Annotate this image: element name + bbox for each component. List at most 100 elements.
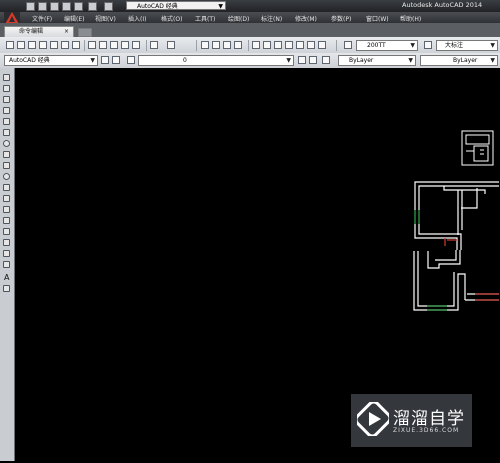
separator — [146, 40, 147, 51]
play-logo-icon — [357, 402, 389, 436]
polyline-icon[interactable] — [3, 96, 10, 103]
tool-palettes-icon[interactable] — [274, 41, 282, 49]
redo-icon[interactable] — [167, 41, 175, 49]
copy-icon[interactable] — [99, 41, 107, 49]
menu-parametric[interactable]: 参数(P) — [331, 14, 351, 23]
menu-view[interactable]: 视图(V) — [95, 14, 116, 23]
linetype-combo[interactable]: ByLayer ▼ — [420, 55, 498, 66]
properties-icon[interactable] — [252, 41, 260, 49]
workspace-settings-icon[interactable] — [112, 56, 120, 64]
menu-modify[interactable]: 修改(M) — [295, 14, 317, 23]
table-icon[interactable] — [3, 261, 10, 268]
block-editor-icon[interactable] — [132, 41, 140, 49]
paste-icon[interactable] — [110, 41, 118, 49]
save-icon[interactable] — [28, 41, 36, 49]
match-properties-icon[interactable] — [121, 41, 129, 49]
color-value: ByLayer — [349, 57, 374, 64]
arc-icon[interactable] — [3, 129, 10, 136]
zoom-realtime-icon[interactable] — [212, 41, 220, 49]
zoom-window-icon[interactable] — [223, 41, 231, 49]
sheet-set-icon[interactable] — [285, 41, 293, 49]
layer-properties-icon[interactable] — [127, 56, 135, 64]
separator — [248, 40, 249, 51]
menu-format[interactable]: 格式(O) — [161, 14, 182, 23]
chevron-down-icon: ▼ — [410, 42, 415, 49]
layers-toolbar: AutoCAD 经典 ▼ 0 ▼ ByLayer ▼ ByLayer ▼ — [0, 53, 500, 69]
dim-style-combo[interactable]: 大标注 ▼ — [436, 40, 498, 51]
hatch-icon[interactable] — [3, 228, 10, 235]
insert-block-icon[interactable] — [3, 195, 10, 202]
design-center-icon[interactable] — [263, 41, 271, 49]
chevron-down-icon: ▼ — [286, 57, 291, 64]
revision-cloud-icon[interactable] — [3, 151, 10, 158]
multiline-text-icon[interactable]: A — [4, 274, 11, 282]
ellipse-icon[interactable] — [3, 173, 10, 180]
polygon-icon[interactable] — [3, 107, 10, 114]
menu-tools[interactable]: 工具(T) — [195, 14, 215, 23]
watermark: 溜溜自学 ZIXUE.3D66.COM — [351, 394, 472, 447]
spline-icon[interactable] — [3, 162, 10, 169]
print-icon[interactable] — [39, 41, 47, 49]
zoom-previous-icon[interactable] — [234, 41, 242, 49]
workspace-switch-combo[interactable]: AutoCAD 经典 ▼ — [4, 55, 98, 66]
menu-help[interactable]: 帮助(H) — [400, 14, 421, 23]
make-block-icon[interactable] — [3, 206, 10, 213]
plot-preview-icon[interactable] — [50, 41, 58, 49]
new-tab-button[interactable] — [78, 28, 92, 37]
workspace-combo[interactable]: AutoCAD 经典 ▼ — [126, 1, 226, 10]
save-icon[interactable] — [50, 2, 59, 11]
publish-icon[interactable] — [61, 41, 69, 49]
undo-icon[interactable] — [150, 41, 158, 49]
undo-icon[interactable] — [88, 2, 97, 11]
make-current-layer-icon[interactable] — [298, 56, 306, 64]
chevron-down-icon: ▼ — [490, 42, 495, 49]
add-selected-icon[interactable] — [3, 285, 10, 292]
line-icon[interactable] — [3, 74, 10, 81]
layer-previous-icon[interactable] — [309, 56, 317, 64]
file-tab[interactable]: 命令编辑 × — [4, 26, 74, 37]
file-tab-label: 命令编辑 — [19, 28, 44, 35]
circle-icon[interactable] — [3, 140, 10, 147]
layer-combo[interactable]: 0 ▼ — [138, 55, 294, 66]
redo-icon[interactable] — [104, 2, 113, 11]
cut-icon[interactable] — [88, 41, 96, 49]
menu-bar: 文件(F) 编辑(E) 视图(V) 插入(I) 格式(O) 工具(T) 绘图(D… — [0, 12, 500, 24]
menu-window[interactable]: 窗口(W) — [366, 14, 389, 23]
new-icon[interactable] — [26, 2, 35, 11]
construction-line-icon[interactable] — [3, 85, 10, 92]
menu-edit[interactable]: 编辑(E) — [64, 14, 84, 23]
new-icon[interactable] — [6, 41, 14, 49]
3d-print-icon[interactable] — [72, 41, 80, 49]
markup-icon[interactable] — [296, 41, 304, 49]
point-icon[interactable] — [3, 217, 10, 224]
save-as-icon[interactable] — [62, 2, 71, 11]
title-bar: AutoCAD 经典 ▼ Autodesk AutoCAD 2014 — [0, 0, 500, 12]
color-combo[interactable]: ByLayer ▼ — [338, 55, 416, 66]
pan-icon[interactable] — [201, 41, 209, 49]
menu-file[interactable]: 文件(F) — [32, 14, 52, 23]
standard-toolbar: 200TT ▼ 大标注 ▼ — [0, 37, 500, 54]
print-icon[interactable] — [74, 2, 83, 11]
close-icon[interactable]: × — [64, 27, 69, 37]
workspace-switch-value: AutoCAD 经典 — [9, 57, 50, 64]
gear-icon[interactable] — [101, 56, 109, 64]
menu-dimension[interactable]: 标注(N) — [261, 14, 282, 23]
chevron-down-icon: ▼ — [218, 3, 223, 10]
layer-state-icon[interactable] — [322, 56, 330, 64]
chevron-down-icon: ▼ — [490, 57, 495, 64]
rectangle-icon[interactable] — [3, 118, 10, 125]
separator — [336, 40, 337, 51]
open-icon[interactable] — [17, 41, 25, 49]
file-tab-bar: 命令编辑 × — [0, 23, 500, 37]
dim-style-icon — [424, 41, 432, 49]
ellipse-arc-icon[interactable] — [3, 184, 10, 191]
help-icon[interactable] — [318, 41, 326, 49]
menu-insert[interactable]: 插入(I) — [128, 14, 146, 23]
open-icon[interactable] — [38, 2, 47, 11]
linetype-value: ByLayer — [453, 57, 478, 64]
region-icon[interactable] — [3, 250, 10, 257]
gradient-icon[interactable] — [3, 239, 10, 246]
menu-draw[interactable]: 绘图(D) — [228, 14, 249, 23]
text-style-combo[interactable]: 200TT ▼ — [356, 40, 418, 51]
quickcalc-icon[interactable] — [307, 41, 315, 49]
